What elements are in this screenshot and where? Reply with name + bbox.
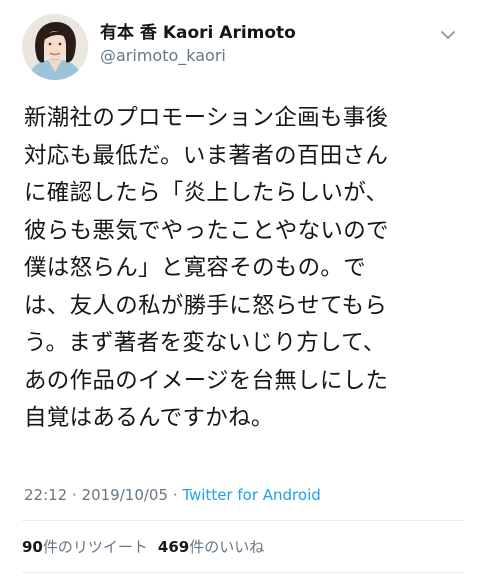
profile-photo <box>22 14 88 80</box>
tweet-line: 自覚はあるんですかね。 <box>24 405 274 431</box>
tweet-line: あの作品のイメージを台無しにした <box>24 367 389 394</box>
tweet-text: 新潮社のプロモーション企画も事後 対応も最低だ。いま著者の百田さん に確認したら… <box>24 100 464 438</box>
avatar[interactable] <box>22 14 88 80</box>
divider <box>22 520 464 521</box>
display-name[interactable]: 有本 香 Kaori Arimoto <box>100 22 296 44</box>
likes-label: 件のいいね <box>189 538 265 556</box>
user-handle[interactable]: @arimoto_kaori <box>100 45 296 67</box>
tweet-line: に確認したら「炎上したらしいが、 <box>24 180 389 206</box>
tweet-stats: 90件のリツイート 469件のいいね <box>22 537 264 557</box>
tweet-line: 新潮社のプロモーション企画も事後 <box>24 105 389 131</box>
divider <box>22 572 464 573</box>
user-names: 有本 香 Kaori Arimoto @arimoto_kaori <box>100 22 296 67</box>
likes-stat[interactable]: 469件のいいね <box>158 537 264 557</box>
tweet-source-link[interactable]: Twitter for Android <box>182 486 320 504</box>
retweets-label: 件のリツイート <box>42 538 148 556</box>
tweet-date[interactable]: 2019/10/05 <box>82 486 168 504</box>
chevron-down-icon[interactable] <box>440 30 456 40</box>
meta-separator: · <box>67 486 82 504</box>
likes-count: 469 <box>157 538 190 556</box>
meta-separator: · <box>168 486 183 504</box>
tweet-time: 22:12 <box>24 486 68 504</box>
tweet-line: 僕は怒らん」と寛容そのもの。で <box>24 255 367 281</box>
tweet-header: 有本 香 Kaori Arimoto @arimoto_kaori <box>22 14 462 80</box>
tweet-line: 対応も最低だ。いま著者の百田さん <box>24 142 389 169</box>
tweet-meta: 22:12 · 2019/10/05 · Twitter for Android <box>24 485 321 505</box>
tweet-line: は、友人の私が勝手に怒らせてもら <box>24 292 388 319</box>
retweets-stat[interactable]: 90件のリツイート <box>22 537 148 557</box>
retweets-count: 90 <box>22 538 43 556</box>
tweet-line: 彼らも悪気でやったことやないので <box>24 217 389 244</box>
tweet-line: う。まず著者を変ないじり方して、 <box>24 330 386 356</box>
